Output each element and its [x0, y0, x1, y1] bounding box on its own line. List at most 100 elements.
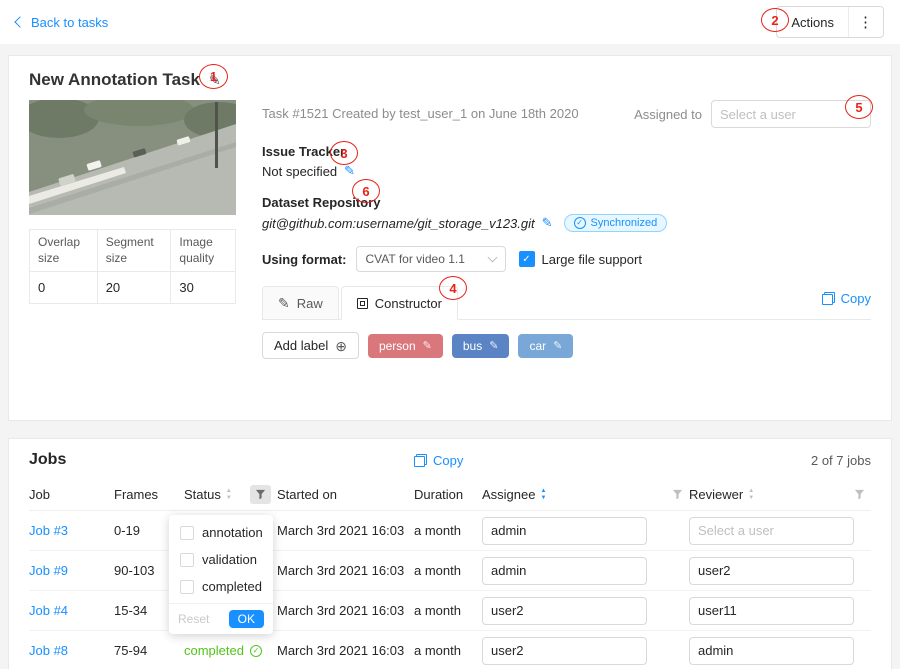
reviewer-input[interactable]	[689, 557, 854, 585]
callout-1: 1	[199, 64, 228, 89]
edit-repository-icon[interactable]: ✎	[542, 215, 553, 231]
labels-copy-button[interactable]: Copy	[822, 291, 871, 306]
filter-option-completed[interactable]: completed	[169, 573, 273, 600]
assignee-input[interactable]	[482, 597, 647, 625]
param-value-quality: 30	[171, 272, 236, 304]
job-link[interactable]: Job #4	[29, 603, 68, 618]
large-file-support-label: Large file support	[542, 252, 642, 267]
filter-option-annotation[interactable]: annotation	[169, 519, 273, 546]
label-chip-bus-name: bus	[463, 339, 482, 353]
param-value-segment: 20	[97, 272, 171, 304]
duration-cell: a month	[414, 523, 482, 538]
large-file-support-checkbox[interactable]: ✓	[519, 251, 535, 267]
jobs-title: Jobs	[29, 451, 66, 469]
reviewer-filter-icon[interactable]	[854, 489, 865, 500]
add-label-text: Add label	[274, 338, 328, 353]
assignee-input[interactable]	[482, 637, 647, 665]
filter-checkbox[interactable]	[180, 580, 194, 594]
job-link[interactable]: Job #9	[29, 563, 68, 578]
job-link[interactable]: Job #3	[29, 523, 68, 538]
col-job: Job	[29, 487, 50, 502]
chevron-left-icon	[14, 16, 25, 27]
assigned-to-group: Assigned to	[634, 100, 871, 128]
raw-tab-label: Raw	[297, 296, 323, 311]
filter-reset-button[interactable]: Reset	[178, 612, 209, 626]
reviewer-input[interactable]	[689, 637, 854, 665]
filter-option-label: completed	[202, 579, 262, 594]
task-params-table: Overlap size Segment size Image quality …	[29, 229, 236, 304]
constructor-icon	[357, 298, 368, 309]
more-icon: ⋮	[849, 13, 883, 31]
tab-raw[interactable]: ✎ Raw	[262, 286, 339, 320]
table-row: Job #9 90-103 March 3rd 2021 16:03 a mon…	[29, 551, 871, 591]
filter-checkbox[interactable]	[180, 553, 194, 567]
assigned-to-label: Assigned to	[634, 107, 702, 122]
edit-label-icon: ✎	[423, 339, 432, 352]
checkbox-check-icon: ✓	[522, 254, 530, 265]
status-filter-dropdown: annotation validation completed Reset OK	[169, 515, 273, 634]
filter-option-label: validation	[202, 552, 257, 567]
constructor-pane: Add label ⊕ person ✎ bus ✎ car ✎	[262, 320, 871, 359]
jobs-card: Jobs Copy 2 of 7 jobs Job Frames Status …	[8, 438, 892, 669]
edit-label-icon: ✎	[489, 339, 498, 352]
duration-cell: a month	[414, 563, 482, 578]
table-row: Job #8 75-94 completed ✓ March 3rd 2021 …	[29, 631, 871, 669]
add-label-button[interactable]: Add label ⊕	[262, 332, 359, 359]
label-chip-person[interactable]: person ✎	[368, 334, 443, 358]
assignee-sort-icon[interactable]: ▲▼	[540, 488, 546, 501]
status-completed-icon: ✓	[250, 645, 262, 657]
started-cell: March 3rd 2021 16:03	[277, 603, 414, 618]
chevron-down-icon	[487, 252, 497, 262]
task-left-column: Overlap size Segment size Image quality …	[29, 100, 236, 359]
filter-ok-button[interactable]: OK	[229, 610, 264, 628]
back-to-tasks-link[interactable]: Back to tasks	[16, 15, 108, 30]
jobs-table-header: Job Frames Status ▲▼ Started on Duration…	[29, 479, 871, 511]
dataset-repository-url: git@github.com:username/git_storage_v123…	[262, 216, 535, 231]
issue-tracker-value: Not specified	[262, 164, 337, 179]
task-preview-image	[29, 100, 236, 215]
callout-3: 3	[330, 141, 358, 165]
label-chip-car[interactable]: car ✎	[518, 334, 573, 358]
job-link[interactable]: Job #8	[29, 643, 68, 658]
assignee-input[interactable]	[482, 557, 647, 585]
started-cell: March 3rd 2021 16:03	[277, 643, 414, 658]
col-assignee: Assignee	[482, 487, 535, 502]
assignee-input[interactable]	[482, 517, 647, 545]
status-filter-icon[interactable]	[250, 485, 271, 504]
col-duration: Duration	[414, 487, 463, 502]
actions-button[interactable]: Actions ⋮	[776, 6, 884, 38]
status-sort-icon[interactable]: ▲▼	[226, 488, 232, 501]
duration-cell: a month	[414, 603, 482, 618]
reviewer-input[interactable]	[689, 597, 854, 625]
edit-label-icon: ✎	[553, 339, 562, 352]
sync-check-icon: ✓	[574, 217, 586, 229]
started-cell: March 3rd 2021 16:03	[277, 523, 414, 538]
filter-option-validation[interactable]: validation	[169, 546, 273, 573]
assignee-filter-icon[interactable]	[672, 489, 683, 500]
large-file-support-group: ✓ Large file support	[519, 251, 642, 267]
using-format-label: Using format:	[262, 252, 347, 267]
table-row: Job #4 15-34 March 3rd 2021 16:03 a mont…	[29, 591, 871, 631]
col-started-on: Started on	[277, 487, 337, 502]
task-details-card: New Annotation Task ✎	[8, 55, 892, 421]
reviewer-sort-icon[interactable]: ▲▼	[748, 488, 754, 501]
back-link-label: Back to tasks	[31, 15, 108, 30]
reviewer-input[interactable]	[689, 517, 854, 545]
status-text: completed	[184, 643, 244, 658]
edit-issue-tracker-icon[interactable]: ✎	[344, 163, 355, 179]
label-chip-bus[interactable]: bus ✎	[452, 334, 510, 358]
col-frames: Frames	[114, 487, 158, 502]
filter-option-label: annotation	[202, 525, 263, 540]
param-header-segment: Segment size	[97, 230, 171, 272]
param-header-quality: Image quality	[171, 230, 236, 272]
format-select[interactable]: CVAT for video 1.1	[356, 246, 506, 272]
duration-cell: a month	[414, 643, 482, 658]
frames-cell: 75-94	[114, 643, 184, 658]
filter-checkbox[interactable]	[180, 526, 194, 540]
callout-5: 5	[845, 95, 873, 119]
synchronized-badge[interactable]: ✓ Synchronized	[564, 214, 668, 232]
callout-4: 4	[439, 276, 467, 300]
jobs-copy-button[interactable]: Copy	[414, 453, 463, 468]
format-select-value: CVAT for video 1.1	[366, 252, 465, 266]
callout-2: 2	[761, 8, 789, 32]
